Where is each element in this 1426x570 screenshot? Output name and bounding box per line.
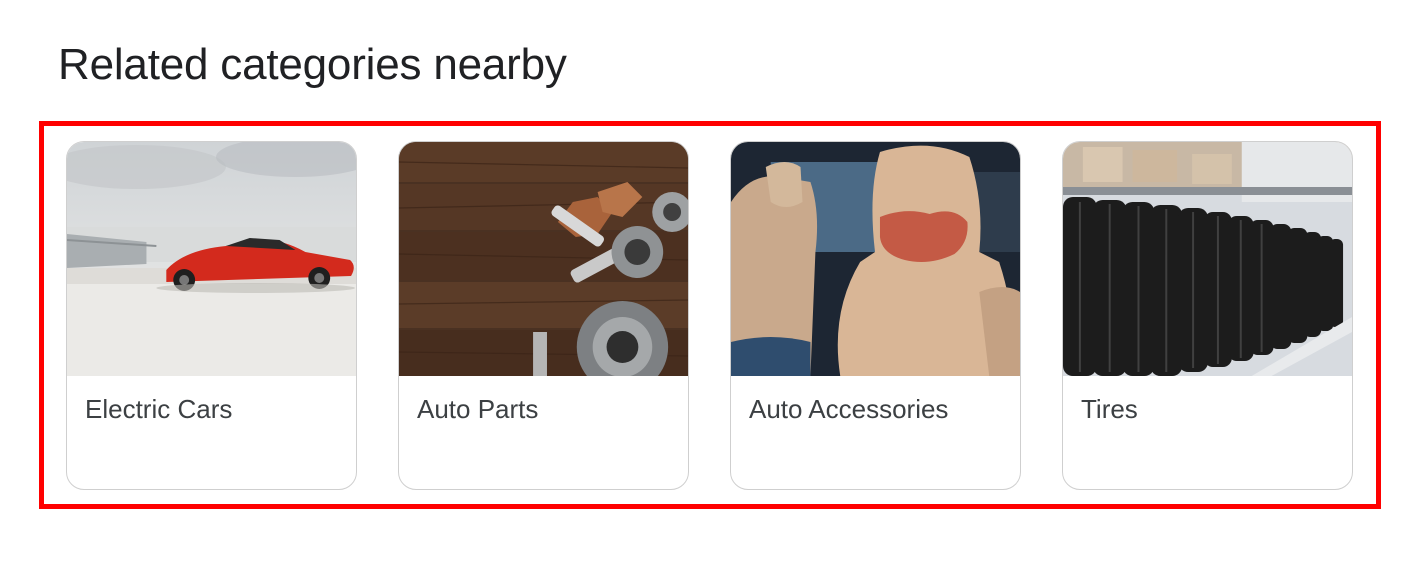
section-title: Related categories nearby	[58, 40, 567, 89]
electric-car-image	[67, 142, 356, 376]
tires-image	[1063, 142, 1352, 376]
category-card-auto-parts[interactable]: Auto Parts	[398, 141, 689, 490]
category-card-electric-cars[interactable]: Electric Cars	[66, 141, 357, 490]
auto-accessories-image	[731, 142, 1020, 376]
category-label: Electric Cars	[85, 394, 233, 424]
category-card-tires[interactable]: Tires	[1062, 141, 1353, 490]
category-label: Auto Accessories	[749, 394, 949, 424]
auto-parts-image	[399, 142, 688, 376]
category-card-auto-accessories[interactable]: Auto Accessories	[730, 141, 1021, 490]
category-label: Auto Parts	[417, 394, 539, 424]
category-label: Tires	[1081, 394, 1138, 424]
